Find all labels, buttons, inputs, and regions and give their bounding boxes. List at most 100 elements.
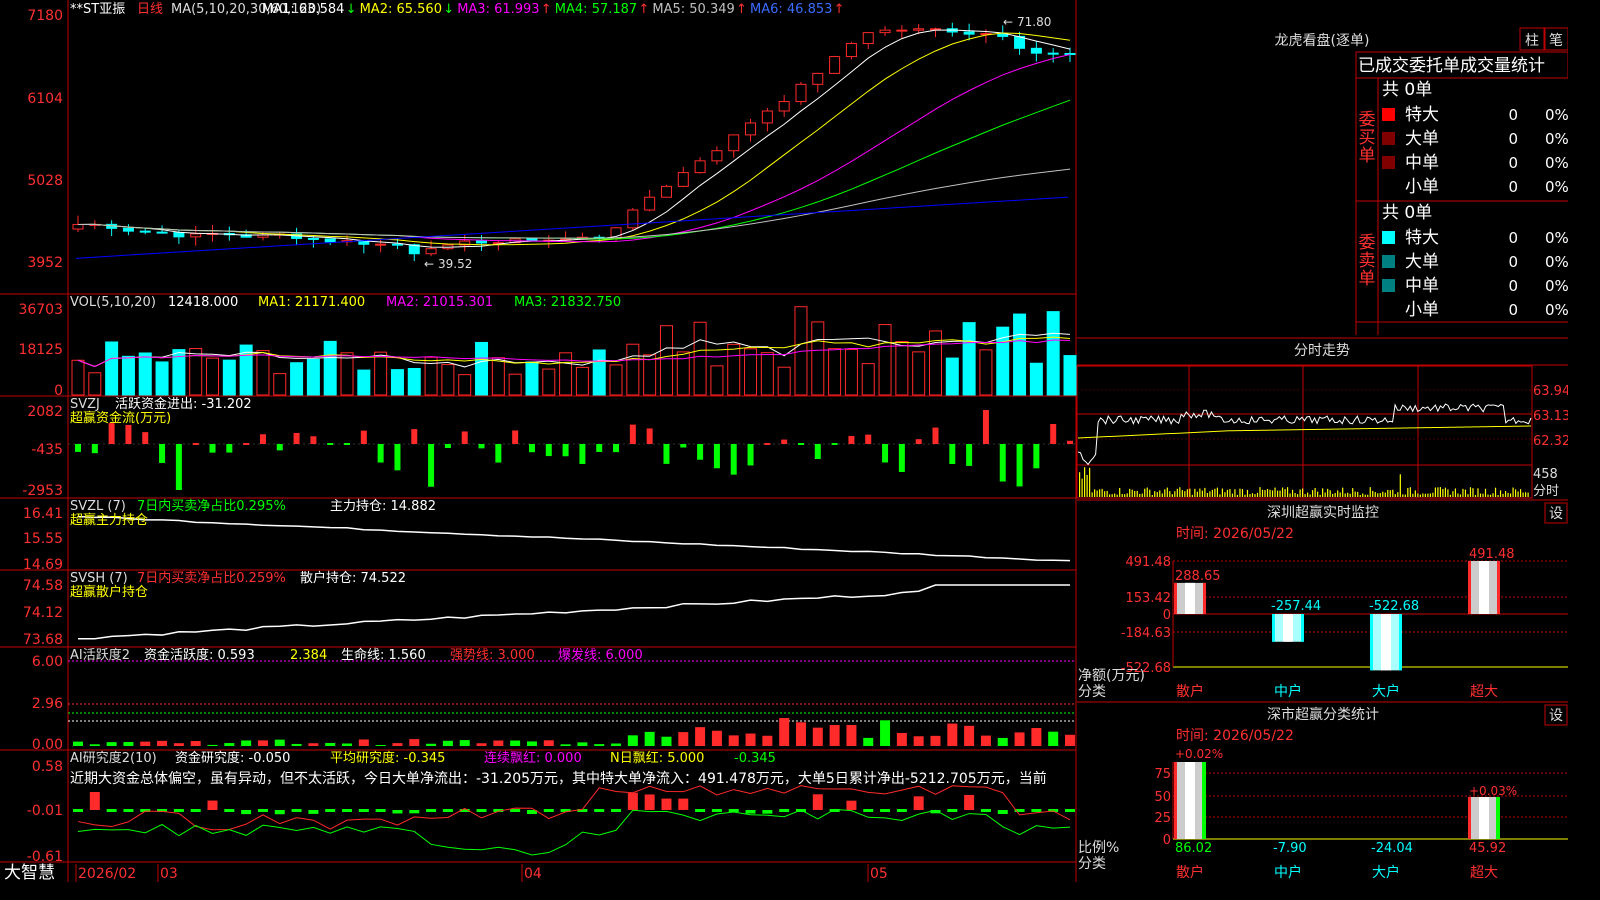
intraday-vol-bar bbox=[1254, 494, 1256, 497]
sz-stats-title: 深市超赢分类统计 bbox=[1267, 706, 1379, 723]
flow-bar bbox=[293, 432, 300, 444]
volume-bar bbox=[1013, 313, 1027, 396]
intraday-vol-bar bbox=[1229, 489, 1231, 497]
intraday-vol-bar bbox=[1231, 493, 1234, 497]
sell-row-name: 大单 bbox=[1405, 252, 1439, 272]
bar-view-label[interactable]: 柱 bbox=[1525, 33, 1539, 49]
volume-bar bbox=[878, 324, 892, 396]
tab-orders[interactable]: 委托单 bbox=[1409, 56, 1460, 76]
intraday-vol-bar bbox=[1389, 490, 1391, 497]
intraday-vol-bar bbox=[1094, 489, 1096, 497]
activity-bar bbox=[308, 743, 319, 746]
intraday-vol-bar bbox=[1484, 488, 1487, 497]
research-green-line bbox=[77, 808, 1071, 856]
intraday-vol-bar bbox=[1171, 494, 1173, 497]
intraday-vol-bar bbox=[1271, 490, 1274, 497]
flow-bar bbox=[949, 444, 956, 465]
sz-category-label: 散户 bbox=[1176, 683, 1204, 700]
sz-value-bar bbox=[1370, 614, 1402, 671]
flow-bar bbox=[865, 434, 872, 444]
sz-y-label: 0 bbox=[1163, 608, 1171, 623]
candle bbox=[896, 29, 908, 32]
flow-bar bbox=[629, 424, 636, 444]
intraday-vol-bar bbox=[1286, 487, 1289, 497]
activity-bar bbox=[1014, 732, 1025, 746]
intraday-vol-bar bbox=[1236, 494, 1239, 497]
research-bar bbox=[611, 809, 622, 812]
intraday-vol-bar bbox=[1524, 492, 1527, 497]
intraday-vol-bar bbox=[1477, 488, 1479, 497]
activity-bar bbox=[190, 741, 201, 746]
volume-bar bbox=[1029, 362, 1043, 396]
activity-bar bbox=[964, 725, 975, 746]
candle bbox=[190, 233, 202, 238]
candle bbox=[728, 134, 740, 152]
sz-monitor-settings[interactable]: 设 bbox=[1549, 506, 1563, 522]
volume-bar bbox=[525, 361, 539, 396]
intraday-vol-bar bbox=[1362, 493, 1364, 497]
research-bar bbox=[1031, 809, 1042, 812]
svg-text:卖: 卖 bbox=[1359, 251, 1376, 271]
candle bbox=[660, 185, 672, 198]
volume-bar bbox=[458, 374, 472, 396]
intraday-vol-bar bbox=[1084, 467, 1086, 497]
activity-bar bbox=[745, 733, 756, 746]
vol-value: 12418.000 bbox=[168, 295, 238, 310]
volume-bar bbox=[508, 373, 522, 396]
y-axis-label: 0 bbox=[54, 383, 63, 399]
ma-value-3: MA3: 61.993 bbox=[457, 2, 539, 17]
intraday-vol-bar bbox=[1482, 493, 1484, 497]
intraday-y-label: 62.32 bbox=[1533, 434, 1568, 449]
research-bar bbox=[711, 809, 722, 812]
flow-bar bbox=[562, 444, 569, 457]
volume-bar bbox=[659, 325, 673, 396]
intraday-vol-bar bbox=[1226, 489, 1229, 497]
intraday-vol-bar bbox=[1214, 488, 1216, 497]
candle bbox=[913, 28, 925, 31]
research-bar bbox=[695, 809, 706, 812]
sell-row-count: 0 bbox=[1508, 301, 1518, 319]
intraday-vol-bar bbox=[1502, 493, 1504, 497]
svg-text:单: 单 bbox=[1359, 146, 1376, 166]
pen-view-label[interactable]: 笔 bbox=[1549, 33, 1563, 49]
intraday-vol-bar bbox=[1124, 494, 1126, 497]
intraday-vol-bar bbox=[1437, 487, 1439, 497]
ma-line-1 bbox=[77, 29, 1071, 248]
buy-row-pct: 0% bbox=[1545, 178, 1568, 196]
intraday-vol-bar bbox=[1256, 492, 1259, 497]
intraday-vol-bar bbox=[1299, 489, 1301, 497]
activity-bar bbox=[257, 740, 268, 746]
intraday-vol-bar bbox=[1459, 494, 1462, 497]
flow-bar bbox=[915, 439, 922, 444]
research-bar bbox=[644, 794, 655, 810]
intraday-vol-bar bbox=[1301, 488, 1304, 497]
research-bar bbox=[190, 809, 201, 812]
ma-value-6: MA6: 46.853 bbox=[750, 2, 832, 17]
volume-bar bbox=[105, 341, 119, 396]
flow-bar bbox=[596, 444, 603, 452]
research-bar bbox=[123, 809, 134, 812]
intraday-vol-bar bbox=[1434, 487, 1436, 497]
sz-stats-y-label: 0 bbox=[1163, 833, 1171, 848]
flow-bar bbox=[747, 444, 754, 466]
research-bar bbox=[762, 810, 773, 814]
candle bbox=[391, 243, 403, 246]
volume-bar bbox=[828, 348, 842, 396]
sz-stats-settings[interactable]: 设 bbox=[1549, 708, 1563, 724]
candle bbox=[761, 110, 773, 124]
intraday-vol-bar bbox=[1377, 493, 1379, 497]
intraday-vol-bar bbox=[1314, 488, 1316, 497]
research-bar bbox=[812, 794, 823, 810]
ai-active-label3: 生命线: 1.560 bbox=[341, 647, 426, 663]
volume-bar bbox=[592, 349, 606, 396]
flow-bar bbox=[680, 444, 687, 448]
intraday-vol-bar bbox=[1322, 488, 1324, 497]
intraday-vol-bar bbox=[1397, 492, 1399, 497]
tab-filled[interactable]: 已成交 bbox=[1358, 56, 1409, 76]
date-label: 2026/02 bbox=[78, 866, 136, 882]
candle bbox=[1030, 47, 1042, 54]
buy-total: 共 0单 bbox=[1382, 80, 1432, 100]
tab-volume-stats[interactable]: 成交量统计 bbox=[1460, 56, 1545, 76]
intraday-vol-bar bbox=[1382, 491, 1384, 497]
volume-bar bbox=[441, 364, 455, 396]
